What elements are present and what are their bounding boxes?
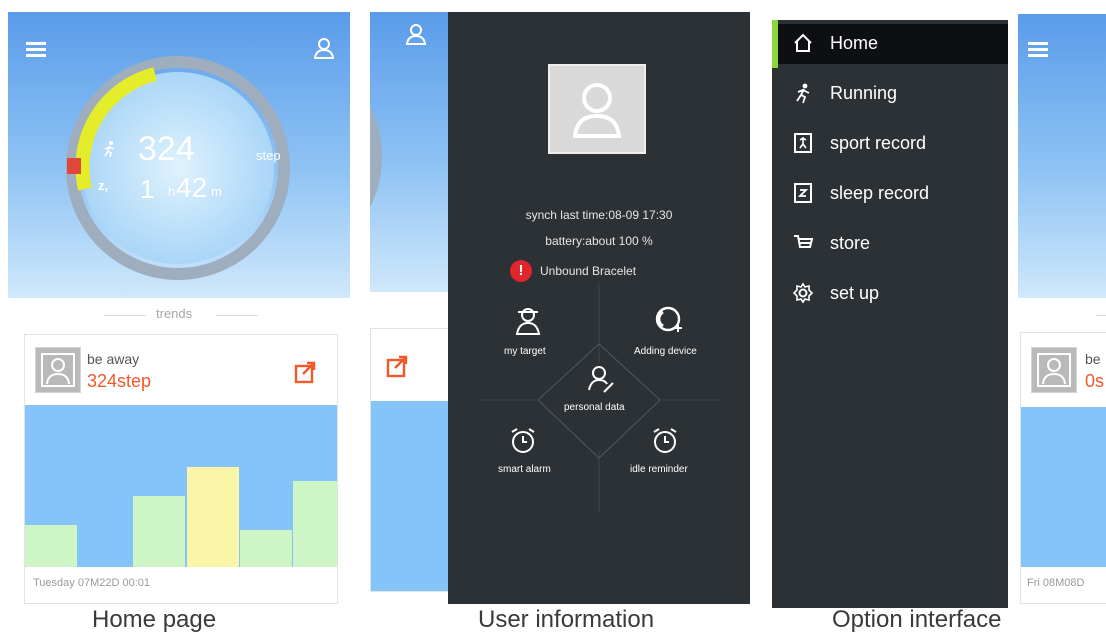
menu-label-store: store bbox=[830, 233, 871, 253]
sleep-hours-unit: h bbox=[168, 184, 176, 199]
alarm-clock-icon bbox=[511, 428, 535, 453]
running-icon bbox=[104, 141, 115, 158]
card-title: be bbox=[1085, 351, 1101, 367]
home-icon bbox=[794, 33, 812, 52]
my-target-label: my target bbox=[504, 346, 546, 357]
caption-option-interface: Option interface bbox=[832, 606, 1002, 633]
synch-time: synch last time:08-09 17:30 bbox=[525, 208, 673, 222]
idle-reminder-button[interactable]: idle reminder bbox=[628, 426, 718, 482]
activity-card[interactable]: be 0s Fri 08M08D bbox=[1020, 332, 1106, 604]
option-menu-drawer: Home Running sport record sleep record s… bbox=[772, 20, 1008, 608]
card-title: be away bbox=[87, 351, 140, 367]
menu-item-sleep-record[interactable]: sleep record bbox=[772, 174, 1008, 214]
trends-divider-right bbox=[216, 315, 258, 316]
menu-label-home: Home bbox=[830, 33, 879, 53]
adding-device-label: Adding device bbox=[634, 346, 697, 357]
step-unit: step bbox=[256, 148, 281, 163]
share-icon[interactable] bbox=[385, 353, 411, 379]
share-icon[interactable] bbox=[293, 359, 319, 385]
avatar-placeholder-icon bbox=[41, 353, 75, 387]
menu-label-running: Running bbox=[830, 83, 898, 103]
ring-fragment bbox=[370, 106, 382, 208]
card-date: Fri 08M08D bbox=[1027, 577, 1085, 589]
sleep-minutes: 42 bbox=[176, 172, 208, 203]
running-icon bbox=[796, 83, 810, 104]
trend-bar bbox=[133, 496, 185, 567]
sleep-record-icon bbox=[794, 183, 812, 203]
caption-user-information: User information bbox=[478, 606, 655, 633]
menu-label-sleep-record: sleep record bbox=[830, 183, 930, 203]
personal-data-button[interactable]: personal data bbox=[556, 364, 646, 420]
user-icon[interactable] bbox=[404, 22, 428, 46]
trend-bar bbox=[240, 530, 292, 567]
caption-home-page: Home page bbox=[92, 606, 217, 633]
warning-icon: ! bbox=[510, 260, 532, 282]
menu-item-running[interactable]: Running bbox=[772, 74, 1008, 114]
home-page-screen: 324 step z, 1 h 42 m trends be away 324s… bbox=[8, 12, 350, 604]
avatar bbox=[1031, 347, 1077, 393]
unbound-warning[interactable]: ! Unbound Bracelet bbox=[510, 260, 710, 282]
target-person-icon bbox=[515, 308, 541, 335]
trend-bar bbox=[187, 467, 239, 567]
smart-alarm-label: smart alarm bbox=[498, 464, 551, 475]
sleep-minutes-unit: m bbox=[211, 184, 222, 199]
cart-icon bbox=[794, 235, 814, 248]
smart-alarm-button[interactable]: smart alarm bbox=[494, 426, 574, 482]
battery-status: battery:about 100 % bbox=[545, 234, 653, 248]
menu-label-set-up: set up bbox=[830, 283, 880, 303]
trend-bar bbox=[25, 525, 77, 567]
unbound-text: Unbound Bracelet bbox=[540, 264, 637, 278]
avatar-placeholder-icon bbox=[572, 83, 622, 138]
card-step-value: 324step bbox=[87, 371, 152, 391]
idle-clock-icon bbox=[653, 428, 677, 453]
menu-item-set-up[interactable]: set up bbox=[772, 274, 1008, 314]
menu-label-sport-record: sport record bbox=[830, 133, 927, 153]
card-date: Tuesday 07M22D 00:01 bbox=[33, 577, 150, 589]
card-value: 0s bbox=[1085, 371, 1105, 391]
idle-reminder-label: idle reminder bbox=[630, 464, 688, 475]
trends-label[interactable]: trends bbox=[156, 306, 192, 321]
user-info-background-strip bbox=[370, 12, 450, 604]
personal-edit-icon bbox=[588, 366, 614, 393]
adding-device-button[interactable]: Adding device bbox=[626, 304, 716, 364]
home-header: 324 step z, 1 h 42 m bbox=[8, 12, 350, 298]
trend-chart bbox=[25, 405, 337, 567]
sport-record-icon bbox=[794, 133, 812, 153]
step-count: 324 bbox=[138, 130, 195, 168]
personal-data-label: personal data bbox=[564, 402, 625, 413]
menu-icon[interactable] bbox=[1028, 42, 1048, 58]
sleep-hours: 1 bbox=[140, 174, 155, 204]
my-target-button[interactable]: my target bbox=[494, 306, 564, 366]
avatar bbox=[35, 347, 81, 393]
user-info-drawer: synch last time:08-09 17:30 battery:abou… bbox=[448, 12, 750, 604]
sleep-icon: z, bbox=[98, 178, 109, 193]
trend-bar bbox=[293, 481, 337, 567]
trends-divider-left bbox=[1096, 315, 1106, 316]
activity-card[interactable]: be away 324step Tuesday 07M22D 00:01 bbox=[24, 334, 338, 604]
menu-item-store[interactable]: store bbox=[772, 224, 1008, 264]
ring-fragment bbox=[1058, 64, 1106, 284]
gear-icon bbox=[792, 282, 814, 304]
home-page-partial: be 0s Fri 08M08D bbox=[1018, 14, 1106, 606]
add-device-icon bbox=[655, 306, 682, 332]
menu-icon[interactable] bbox=[26, 42, 46, 58]
menu-item-sport-record[interactable]: sport record bbox=[772, 124, 1008, 164]
avatar-placeholder-icon bbox=[1037, 353, 1071, 387]
trends-divider-left bbox=[104, 315, 146, 316]
profile-avatar[interactable] bbox=[548, 64, 646, 154]
menu-item-home[interactable]: Home bbox=[778, 24, 1008, 64]
user-icon[interactable] bbox=[312, 36, 336, 60]
